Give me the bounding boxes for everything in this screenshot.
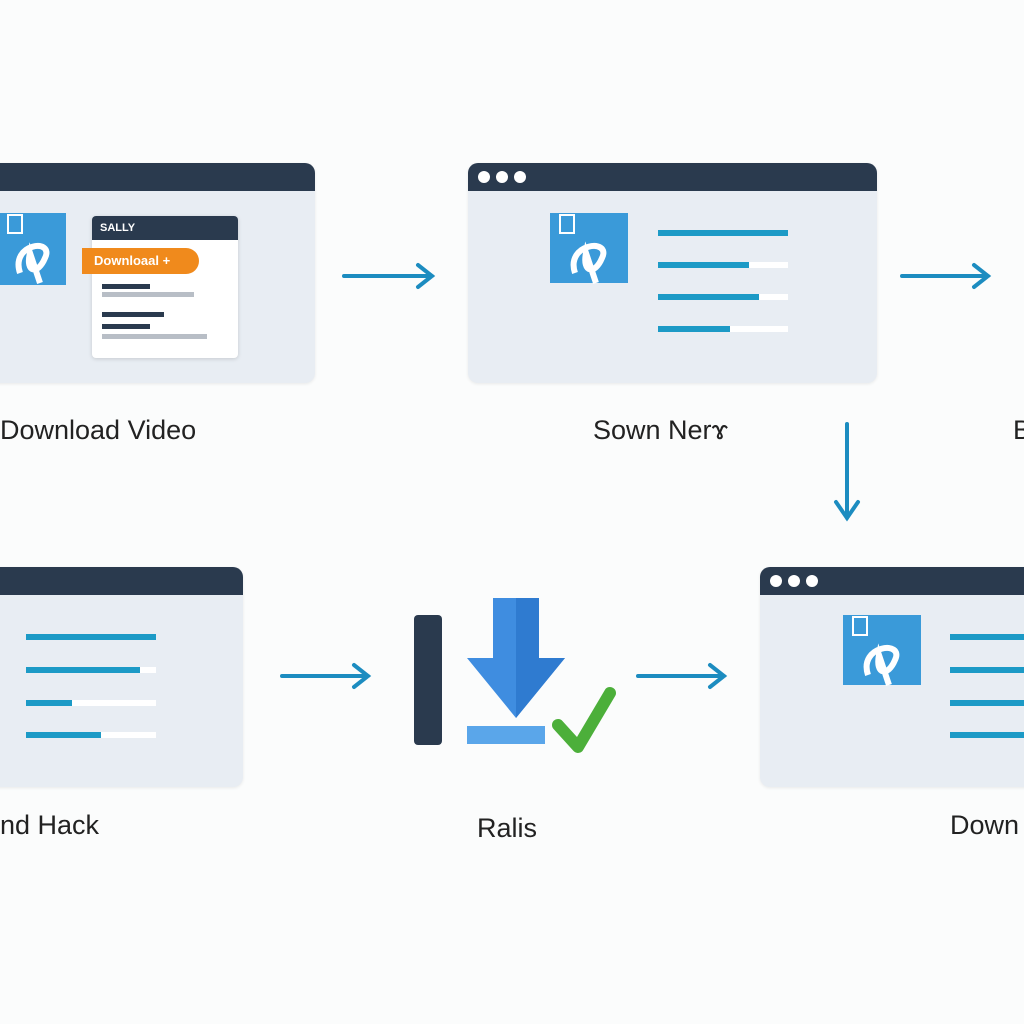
- step-panel-2: [468, 163, 877, 383]
- window-titlebar: [0, 163, 315, 191]
- app-logo-icon: [843, 615, 921, 686]
- window-titlebar: [760, 567, 1024, 595]
- progress-line: [950, 700, 1024, 706]
- step-label: nd Hack: [0, 810, 100, 840]
- window-titlebar: [0, 567, 243, 595]
- step-panel-3: [0, 567, 243, 787]
- arrow-right-icon: [342, 263, 436, 289]
- dialog-title: SALLY: [92, 216, 238, 240]
- step-label: Ralis: [477, 813, 538, 843]
- step-label: B: [1013, 415, 1024, 445]
- dialog-card: SALLY: [92, 216, 238, 358]
- bar-shape: [414, 615, 442, 745]
- progress-line: [658, 262, 749, 268]
- step-label: Sown Nerɤ: [593, 415, 729, 445]
- progress-line: [26, 700, 72, 706]
- arrow-down-icon: [834, 422, 860, 522]
- checkmark-icon: [552, 687, 616, 753]
- step-panel-download-video: SALLY Downloaal +: [0, 163, 315, 383]
- download-button[interactable]: Downloaal +: [82, 248, 199, 274]
- step-panel-4: [760, 567, 1024, 787]
- step-label: Download Video: [0, 415, 197, 445]
- progress-line: [950, 732, 1024, 738]
- step-label: Down: [950, 810, 1020, 840]
- window-titlebar: [468, 163, 877, 191]
- progress-line: [658, 326, 730, 332]
- arrow-right-icon: [280, 663, 372, 689]
- progress-line: [26, 732, 102, 738]
- app-logo-icon: [550, 213, 628, 284]
- progress-line: [26, 667, 141, 673]
- progress-line: [658, 230, 788, 236]
- progress-line: [950, 667, 1024, 673]
- arrow-right-icon: [636, 663, 728, 689]
- progress-line: [950, 634, 1024, 640]
- progress-line: [26, 634, 156, 640]
- progress-line: [658, 294, 760, 300]
- arrow-right-icon: [900, 263, 992, 289]
- app-logo-icon: [0, 213, 66, 285]
